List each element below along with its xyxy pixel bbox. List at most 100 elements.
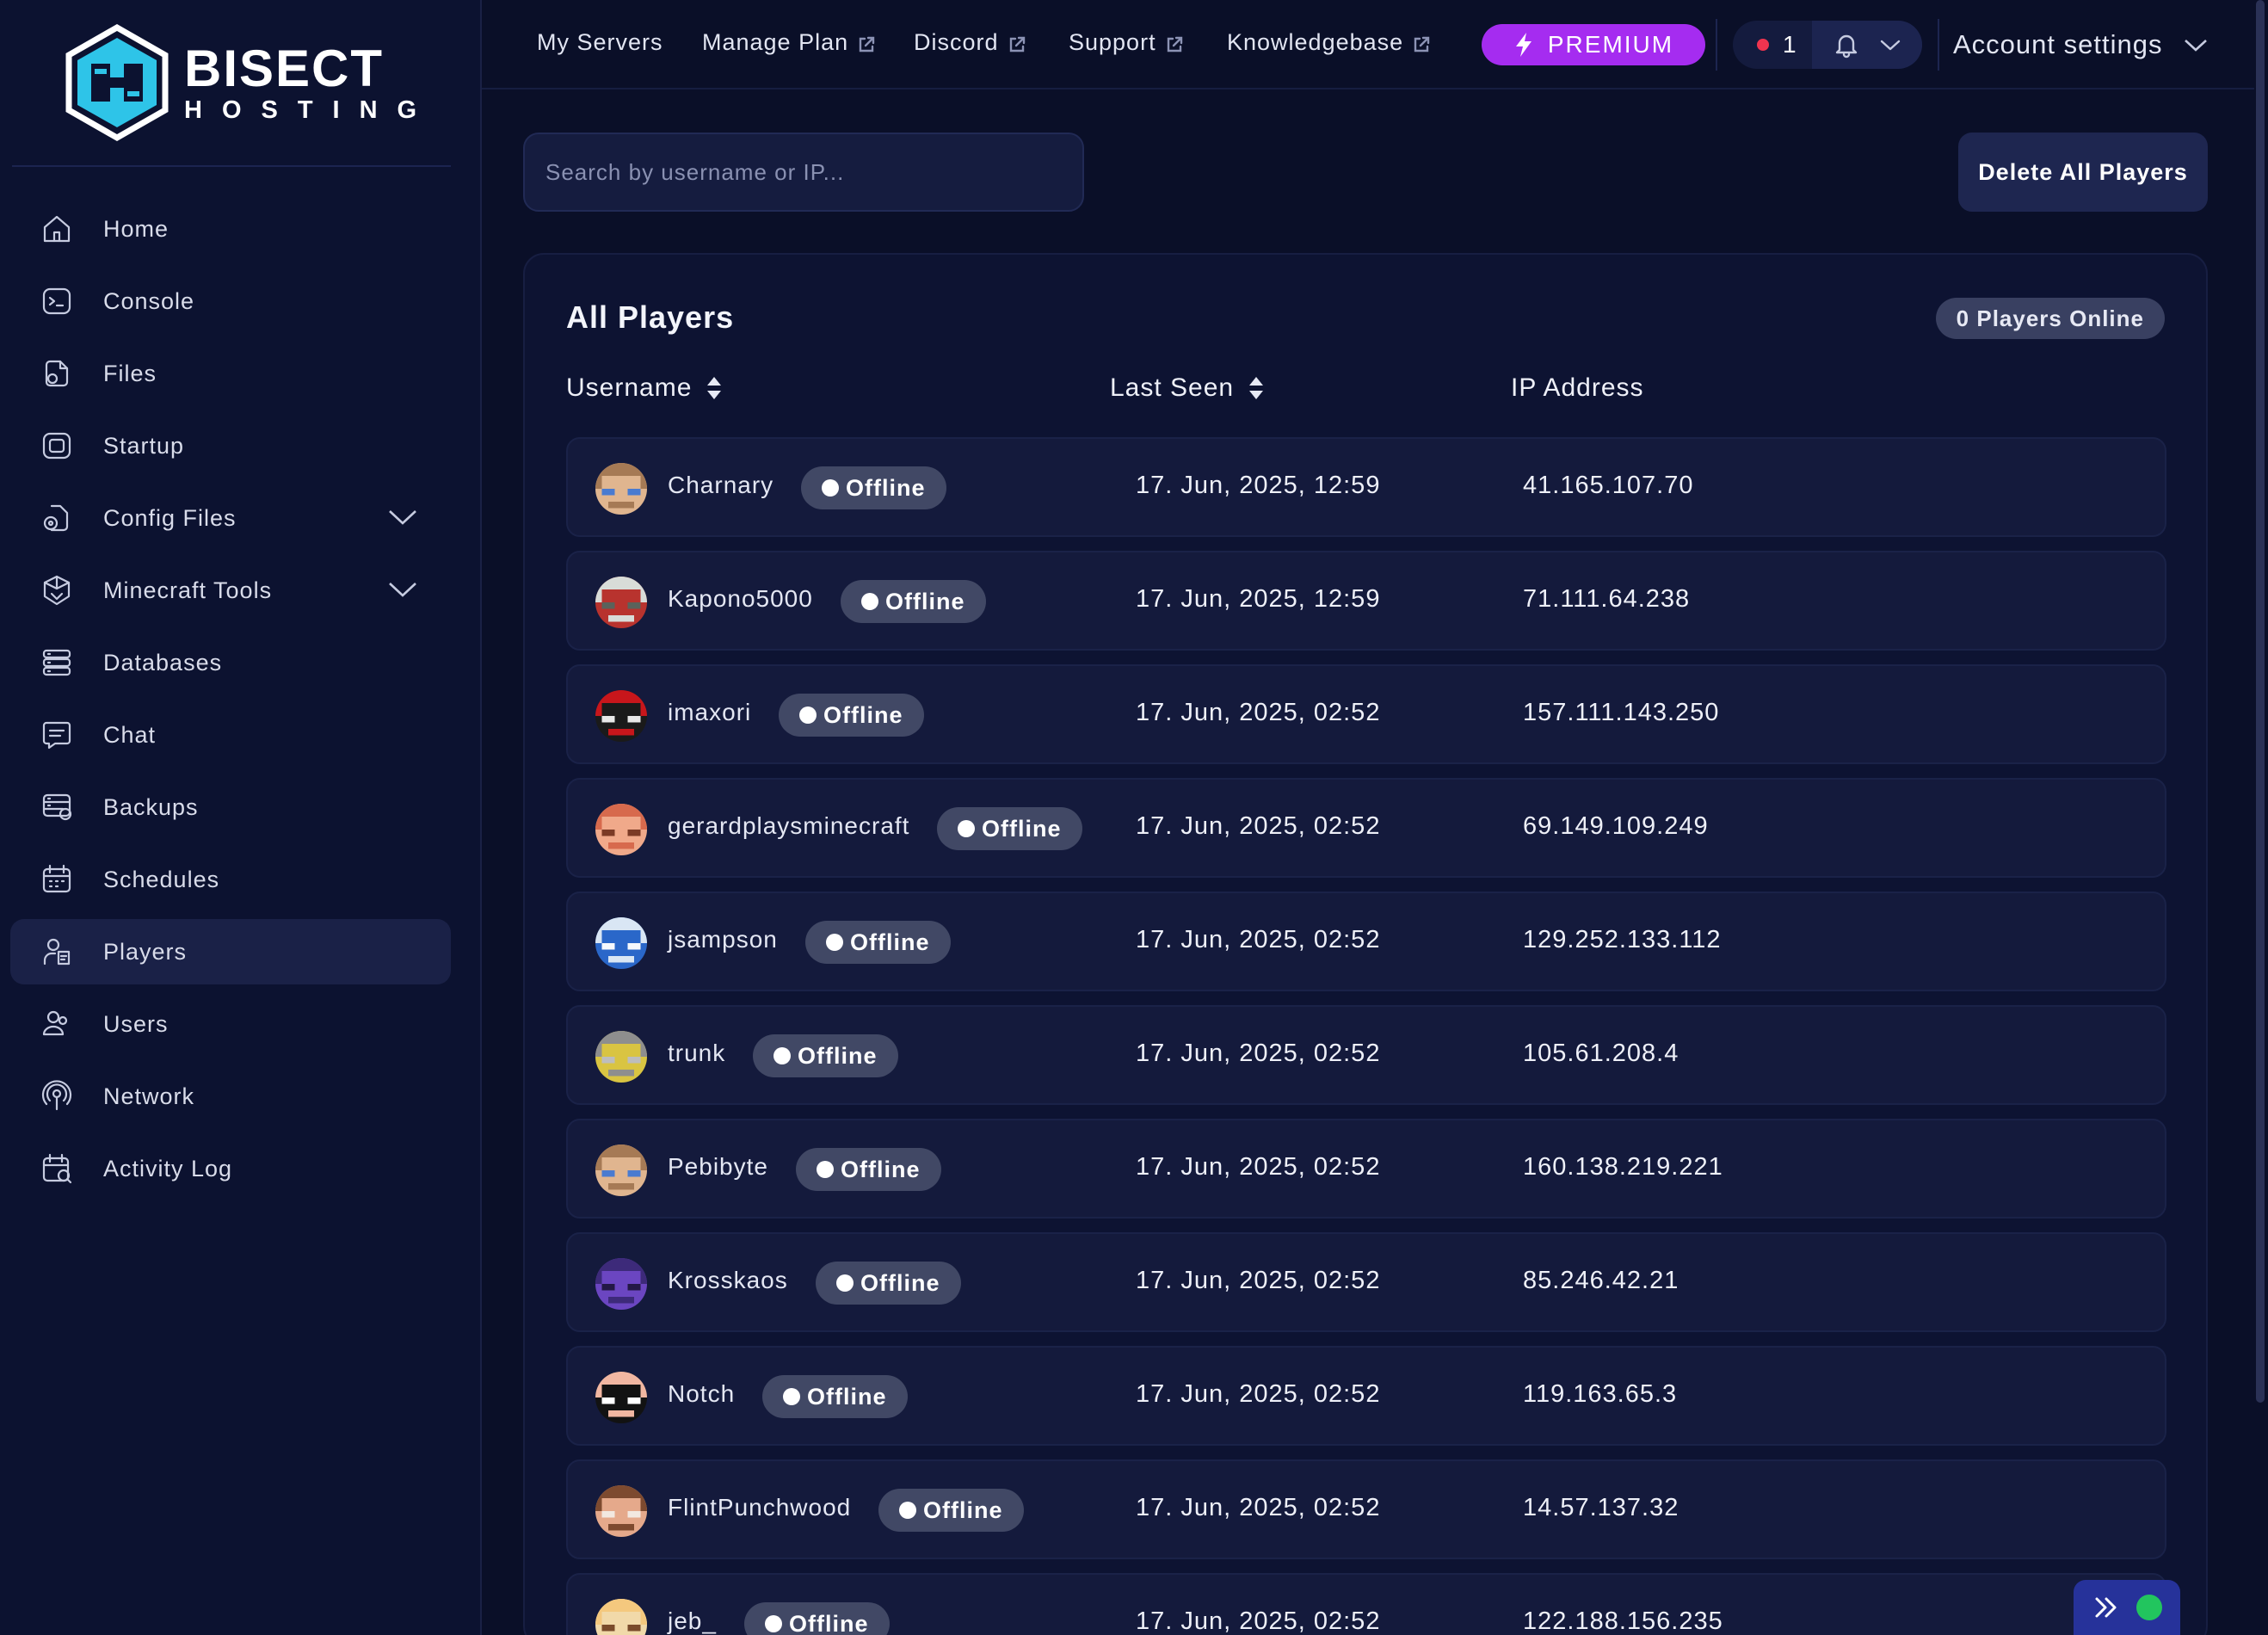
status-badge: Offline — [796, 1148, 941, 1191]
topnav-my-servers[interactable]: My Servers — [537, 29, 663, 56]
panel-title: All Players — [566, 299, 735, 335]
topnav-link-label: My Servers — [537, 29, 663, 55]
status-label: Offline — [860, 1269, 940, 1296]
column-header-username[interactable]: Username — [566, 373, 723, 403]
app-root: BISECT HOSTING Home Console Files Startup Co… — [0, 0, 2268, 1635]
sidebar-item-label: Minecraft Tools — [103, 577, 273, 603]
bell-icon — [1835, 34, 1858, 59]
table-row[interactable]: trunk Offline 17. Jun, 2025, 02:52 105.61.2… — [566, 1005, 2166, 1105]
sidebar-item-label: Network — [103, 1083, 195, 1109]
player-avatar — [595, 1485, 647, 1537]
status-badge: Offline — [841, 580, 986, 623]
player-username: jeb_ — [668, 1607, 717, 1634]
table-row[interactable]: FlintPunchwood Offline 17. Jun, 2025, 02:5… — [566, 1459, 2166, 1559]
column-header-label: Last Seen — [1110, 373, 1235, 402]
account-settings-label: Account settings — [1953, 29, 2163, 59]
notifications-control[interactable]: 1 — [1733, 21, 1922, 69]
player-ip: 14.57.137.32 — [1523, 1494, 1679, 1521]
status-dot-icon — [836, 1274, 854, 1292]
table-row[interactable]: jeb_ Offline 17. Jun, 2025, 02:52 122.188.1… — [566, 1573, 2166, 1635]
account-settings-menu[interactable]: Account settings — [1953, 24, 2209, 65]
sidebar-item-label: Startup — [103, 432, 185, 459]
player-ip: 157.111.143.250 — [1523, 699, 1720, 726]
status-label: Offline — [846, 474, 926, 501]
sidebar-item-minecraft-tools[interactable]: Minecraft Tools — [10, 558, 451, 623]
sidebar-item-players[interactable]: Players — [10, 919, 451, 984]
topbar: My Servers Manage Plan Discord Support K… — [482, 0, 2254, 89]
scrollbar-thumb[interactable] — [2256, 0, 2265, 1403]
status-label: Offline — [841, 1156, 921, 1182]
player-username: jsampson — [668, 926, 778, 953]
topnav-support[interactable]: Support — [1069, 29, 1184, 56]
table-row[interactable]: Charnary Offline 17. Jun, 2025, 12:59 41.16… — [566, 437, 2166, 537]
status-label: Offline — [798, 1042, 878, 1069]
player-ip: 122.188.156.235 — [1523, 1607, 1723, 1635]
player-avatar — [595, 463, 647, 515]
sidebar-item-home[interactable]: Home — [10, 196, 451, 262]
table-row[interactable]: Krosskaos Offline 17. Jun, 2025, 02:52 85.2… — [566, 1232, 2166, 1332]
player-username: Notch — [668, 1380, 736, 1407]
status-badge: Offline — [753, 1034, 898, 1077]
player-ip: 129.252.133.112 — [1523, 926, 1722, 953]
sidebar-item-activity-log[interactable]: Activity Log — [10, 1136, 451, 1201]
premium-button[interactable]: PREMIUM — [1482, 24, 1705, 65]
topnav-discord[interactable]: Discord — [914, 29, 1026, 56]
home-icon — [40, 212, 74, 246]
status-badge: Offline — [762, 1375, 908, 1418]
player-avatar — [595, 917, 647, 969]
player-username: trunk — [668, 1040, 726, 1066]
table-row[interactable]: gerardplaysminecraft Offline 17. Jun, 2025… — [566, 778, 2166, 878]
sidebar-item-config-files[interactable]: Config Files — [10, 485, 451, 551]
sort-icon — [1249, 377, 1264, 399]
status-badge: Offline — [779, 694, 924, 737]
table-row[interactable]: Notch Offline 17. Jun, 2025, 02:52 119.163.… — [566, 1346, 2166, 1446]
notification-count: 1 — [1783, 31, 1797, 58]
sidebar-item-databases[interactable]: Databases — [10, 630, 451, 695]
player-last-seen: 17. Jun, 2025, 02:52 — [1136, 1380, 1381, 1408]
sidebar-item-users[interactable]: Users — [10, 991, 451, 1057]
topbar-separator — [1938, 19, 1939, 71]
sidebar-item-network[interactable]: Network — [10, 1064, 451, 1129]
sidebar-item-files[interactable]: Files — [10, 341, 451, 406]
status-label: Offline — [982, 815, 1062, 842]
column-header-ip: IP Address — [1511, 373, 1644, 403]
player-last-seen: 17. Jun, 2025, 02:52 — [1136, 1040, 1381, 1067]
table-row[interactable]: imaxori Offline 17. Jun, 2025, 02:52 157.11… — [566, 664, 2166, 764]
status-badge: Offline — [937, 807, 1082, 850]
files-icon — [40, 356, 74, 391]
delete-all-players-button[interactable]: Delete All Players — [1958, 133, 2208, 212]
table-row[interactable]: Kapono5000 Offline 17. Jun, 2025, 12:59 71.… — [566, 551, 2166, 651]
minecraft-tools-icon — [40, 573, 74, 608]
status-label: Offline — [823, 701, 903, 728]
chevron-down-icon[interactable] — [387, 506, 418, 530]
notifications-dropdown-button[interactable] — [1812, 21, 1922, 69]
player-username: imaxori — [668, 699, 752, 725]
table-row[interactable]: jsampson Offline 17. Jun, 2025, 02:52 129.2… — [566, 892, 2166, 991]
chevron-down-icon[interactable] — [387, 578, 418, 602]
external-link-icon — [857, 34, 876, 52]
player-last-seen: 17. Jun, 2025, 02:52 — [1136, 699, 1381, 726]
sidebar-item-label: Databases — [103, 649, 223, 676]
sidebar-item-console[interactable]: Console — [10, 268, 451, 334]
column-header-last-seen[interactable]: Last Seen — [1110, 373, 1265, 403]
topnav-manage-plan[interactable]: Manage Plan — [702, 29, 876, 56]
sidebar-item-schedules[interactable]: Schedules — [10, 847, 451, 912]
status-dot-icon — [826, 934, 843, 951]
sidebar-item-chat[interactable]: Chat — [10, 702, 451, 768]
status-badge: Offline — [801, 466, 946, 509]
lightning-bolt-icon — [1515, 33, 1532, 57]
player-search-input[interactable] — [523, 133, 1084, 212]
sidebar-item-startup[interactable]: Startup — [10, 413, 451, 478]
topnav-knowledgebase[interactable]: Knowledgebase — [1227, 29, 1431, 56]
player-ip: 41.165.107.70 — [1523, 472, 1694, 499]
sidebar-divider — [12, 165, 451, 167]
column-header-label: Username — [566, 373, 693, 402]
player-ip: 105.61.208.4 — [1523, 1040, 1679, 1067]
sidebar-item-backups[interactable]: Backups — [10, 774, 451, 840]
table-row[interactable]: Pebibyte Offline 17. Jun, 2025, 02:52 160.1… — [566, 1119, 2166, 1219]
player-ip: 71.111.64.238 — [1523, 585, 1691, 613]
expand-chat-button[interactable] — [2074, 1580, 2180, 1635]
brand-logo[interactable]: BISECT HOSTING — [62, 24, 423, 141]
schedules-icon — [40, 862, 74, 897]
page-scrollbar[interactable] — [2256, 0, 2265, 1635]
